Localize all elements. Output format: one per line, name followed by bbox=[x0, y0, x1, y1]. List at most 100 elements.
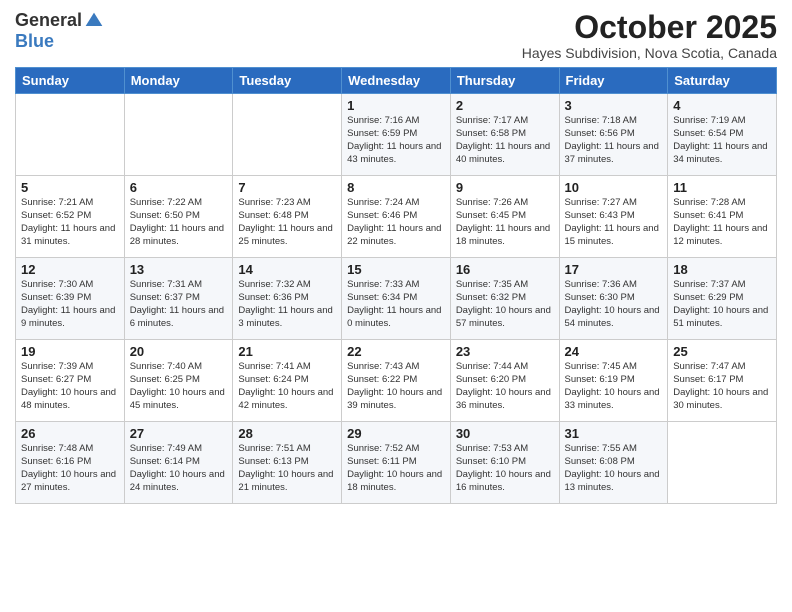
day-number: 8 bbox=[347, 180, 445, 195]
table-row: 13Sunrise: 7:31 AM Sunset: 6:37 PM Dayli… bbox=[124, 258, 233, 340]
logo-blue-text: Blue bbox=[15, 31, 54, 52]
day-number: 17 bbox=[565, 262, 663, 277]
day-info: Sunrise: 7:51 AM Sunset: 6:13 PM Dayligh… bbox=[238, 443, 336, 494]
day-info: Sunrise: 7:27 AM Sunset: 6:43 PM Dayligh… bbox=[565, 197, 663, 248]
day-info: Sunrise: 7:33 AM Sunset: 6:34 PM Dayligh… bbox=[347, 279, 445, 330]
day-number: 29 bbox=[347, 426, 445, 441]
calendar-week-3: 12Sunrise: 7:30 AM Sunset: 6:39 PM Dayli… bbox=[16, 258, 777, 340]
table-row bbox=[233, 94, 342, 176]
day-info: Sunrise: 7:40 AM Sunset: 6:25 PM Dayligh… bbox=[130, 361, 228, 412]
day-info: Sunrise: 7:52 AM Sunset: 6:11 PM Dayligh… bbox=[347, 443, 445, 494]
table-row: 5 Sunrise: 7:21 AM Sunset: 6:52 PM Daylig… bbox=[16, 176, 125, 258]
day-number: 26 bbox=[21, 426, 119, 441]
table-row bbox=[668, 422, 777, 504]
calendar-header-row: Sunday Monday Tuesday Wednesday Thursday… bbox=[16, 68, 777, 94]
table-row bbox=[124, 94, 233, 176]
day-number: 27 bbox=[130, 426, 228, 441]
calendar-week-2: 5 Sunrise: 7:21 AM Sunset: 6:52 PM Daylig… bbox=[16, 176, 777, 258]
day-info: Sunrise: 7:41 AM Sunset: 6:24 PM Dayligh… bbox=[238, 361, 336, 412]
table-row: 18 Sunrise: 7:37 AM Sunset: 6:29 PM Dayli… bbox=[668, 258, 777, 340]
header: General Blue October 2025 Hayes Subdivis… bbox=[15, 10, 777, 61]
location-subtitle: Hayes Subdivision, Nova Scotia, Canada bbox=[522, 45, 777, 61]
table-row: 21 Sunrise: 7:41 AM Sunset: 6:24 PM Dayli… bbox=[233, 340, 342, 422]
calendar-week-4: 19Sunrise: 7:39 AM Sunset: 6:27 PM Dayli… bbox=[16, 340, 777, 422]
day-info: Sunrise: 7:45 AM Sunset: 6:19 PM Dayligh… bbox=[565, 361, 663, 412]
day-info: Sunrise: 7:19 AM Sunset: 6:54 PM Dayligh… bbox=[673, 115, 771, 166]
table-row: 6 Sunrise: 7:22 AM Sunset: 6:50 PM Daylig… bbox=[124, 176, 233, 258]
table-row: 4 Sunrise: 7:19 AM Sunset: 6:54 PM Daylig… bbox=[668, 94, 777, 176]
day-number: 20 bbox=[130, 344, 228, 359]
day-info: Sunrise: 7:49 AM Sunset: 6:14 PM Dayligh… bbox=[130, 443, 228, 494]
table-row: 14Sunrise: 7:32 AM Sunset: 6:36 PM Dayli… bbox=[233, 258, 342, 340]
day-number: 7 bbox=[238, 180, 336, 195]
table-row: 15 Sunrise: 7:33 AM Sunset: 6:34 PM Dayli… bbox=[342, 258, 451, 340]
col-sunday: Sunday bbox=[16, 68, 125, 94]
page: General Blue October 2025 Hayes Subdivis… bbox=[0, 0, 792, 612]
table-row: 16 Sunrise: 7:35 AM Sunset: 6:32 PM Dayli… bbox=[450, 258, 559, 340]
day-info: Sunrise: 7:35 AM Sunset: 6:32 PM Dayligh… bbox=[456, 279, 554, 330]
table-row: 12Sunrise: 7:30 AM Sunset: 6:39 PM Dayli… bbox=[16, 258, 125, 340]
calendar-week-5: 26 Sunrise: 7:48 AM Sunset: 6:16 PM Dayli… bbox=[16, 422, 777, 504]
day-info: Sunrise: 7:55 AM Sunset: 6:08 PM Dayligh… bbox=[565, 443, 663, 494]
day-info: Sunrise: 7:53 AM Sunset: 6:10 PM Dayligh… bbox=[456, 443, 554, 494]
day-number: 6 bbox=[130, 180, 228, 195]
calendar-week-1: 1Sunrise: 7:16 AM Sunset: 6:59 PM Daylig… bbox=[16, 94, 777, 176]
day-info: Sunrise: 7:28 AM Sunset: 6:41 PM Dayligh… bbox=[673, 197, 771, 248]
table-row: 9Sunrise: 7:26 AM Sunset: 6:45 PM Daylig… bbox=[450, 176, 559, 258]
table-row: 24 Sunrise: 7:45 AM Sunset: 6:19 PM Dayli… bbox=[559, 340, 668, 422]
day-info: Sunrise: 7:24 AM Sunset: 6:46 PM Dayligh… bbox=[347, 197, 445, 248]
day-number: 12 bbox=[21, 262, 119, 277]
table-row: 1Sunrise: 7:16 AM Sunset: 6:59 PM Daylig… bbox=[342, 94, 451, 176]
day-info: Sunrise: 7:48 AM Sunset: 6:16 PM Dayligh… bbox=[21, 443, 119, 494]
day-number: 10 bbox=[565, 180, 663, 195]
day-number: 18 bbox=[673, 262, 771, 277]
day-number: 9 bbox=[456, 180, 554, 195]
col-saturday: Saturday bbox=[668, 68, 777, 94]
day-number: 22 bbox=[347, 344, 445, 359]
table-row: 29 Sunrise: 7:52 AM Sunset: 6:11 PM Dayli… bbox=[342, 422, 451, 504]
day-info: Sunrise: 7:22 AM Sunset: 6:50 PM Dayligh… bbox=[130, 197, 228, 248]
day-number: 14 bbox=[238, 262, 336, 277]
table-row: 10 Sunrise: 7:27 AM Sunset: 6:43 PM Dayli… bbox=[559, 176, 668, 258]
month-title: October 2025 bbox=[522, 10, 777, 45]
day-number: 13 bbox=[130, 262, 228, 277]
col-wednesday: Wednesday bbox=[342, 68, 451, 94]
day-info: Sunrise: 7:21 AM Sunset: 6:52 PM Dayligh… bbox=[21, 197, 119, 248]
table-row: 23 Sunrise: 7:44 AM Sunset: 6:20 PM Dayli… bbox=[450, 340, 559, 422]
day-number: 16 bbox=[456, 262, 554, 277]
table-row: 27 Sunrise: 7:49 AM Sunset: 6:14 PM Dayli… bbox=[124, 422, 233, 504]
day-info: Sunrise: 7:47 AM Sunset: 6:17 PM Dayligh… bbox=[673, 361, 771, 412]
table-row: 8 Sunrise: 7:24 AM Sunset: 6:46 PM Daylig… bbox=[342, 176, 451, 258]
day-number: 21 bbox=[238, 344, 336, 359]
day-number: 23 bbox=[456, 344, 554, 359]
table-row: 19Sunrise: 7:39 AM Sunset: 6:27 PM Dayli… bbox=[16, 340, 125, 422]
logo-icon bbox=[84, 11, 104, 31]
logo: General Blue bbox=[15, 10, 104, 52]
table-row: 11Sunrise: 7:28 AM Sunset: 6:41 PM Dayli… bbox=[668, 176, 777, 258]
table-row: 26 Sunrise: 7:48 AM Sunset: 6:16 PM Dayli… bbox=[16, 422, 125, 504]
day-number: 30 bbox=[456, 426, 554, 441]
day-info: Sunrise: 7:39 AM Sunset: 6:27 PM Dayligh… bbox=[21, 361, 119, 412]
day-info: Sunrise: 7:43 AM Sunset: 6:22 PM Dayligh… bbox=[347, 361, 445, 412]
day-number: 4 bbox=[673, 98, 771, 113]
table-row: 17Sunrise: 7:36 AM Sunset: 6:30 PM Dayli… bbox=[559, 258, 668, 340]
table-row bbox=[16, 94, 125, 176]
day-info: Sunrise: 7:44 AM Sunset: 6:20 PM Dayligh… bbox=[456, 361, 554, 412]
day-number: 15 bbox=[347, 262, 445, 277]
day-number: 28 bbox=[238, 426, 336, 441]
day-number: 31 bbox=[565, 426, 663, 441]
calendar-table: Sunday Monday Tuesday Wednesday Thursday… bbox=[15, 67, 777, 504]
day-info: Sunrise: 7:18 AM Sunset: 6:56 PM Dayligh… bbox=[565, 115, 663, 166]
day-info: Sunrise: 7:37 AM Sunset: 6:29 PM Dayligh… bbox=[673, 279, 771, 330]
col-friday: Friday bbox=[559, 68, 668, 94]
col-tuesday: Tuesday bbox=[233, 68, 342, 94]
day-number: 25 bbox=[673, 344, 771, 359]
title-block: October 2025 Hayes Subdivision, Nova Sco… bbox=[522, 10, 777, 61]
logo-general-text: General bbox=[15, 10, 82, 31]
col-monday: Monday bbox=[124, 68, 233, 94]
day-number: 5 bbox=[21, 180, 119, 195]
table-row: 20 Sunrise: 7:40 AM Sunset: 6:25 PM Dayli… bbox=[124, 340, 233, 422]
table-row: 25 Sunrise: 7:47 AM Sunset: 6:17 PM Dayli… bbox=[668, 340, 777, 422]
table-row: 31 Sunrise: 7:55 AM Sunset: 6:08 PM Dayli… bbox=[559, 422, 668, 504]
day-number: 24 bbox=[565, 344, 663, 359]
